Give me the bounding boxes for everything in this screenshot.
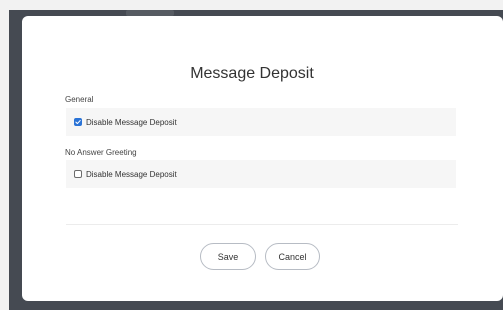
message-deposit-dialog: Message Deposit General Disable Message … [22,16,503,301]
no-answer-greeting-disable-message-deposit-checkbox[interactable] [74,170,82,178]
dialog-title: Message Deposit [190,65,314,82]
save-button[interactable]: Save [200,243,256,270]
cancel-button[interactable]: Cancel [265,243,320,270]
general-disable-message-deposit-checkbox[interactable] [74,118,82,126]
general-disable-message-deposit-label: Disable Message Deposit [86,117,177,127]
no-answer-greeting-option-row[interactable]: Disable Message Deposit [66,160,456,188]
checkmark-icon [75,120,81,125]
section-label-general: General [65,95,94,104]
footer-divider [66,224,458,225]
section-label-no-answer-greeting: No Answer Greeting [65,148,137,157]
general-option-row[interactable]: Disable Message Deposit [66,108,456,136]
no-answer-greeting-disable-message-deposit-label: Disable Message Deposit [86,169,177,179]
